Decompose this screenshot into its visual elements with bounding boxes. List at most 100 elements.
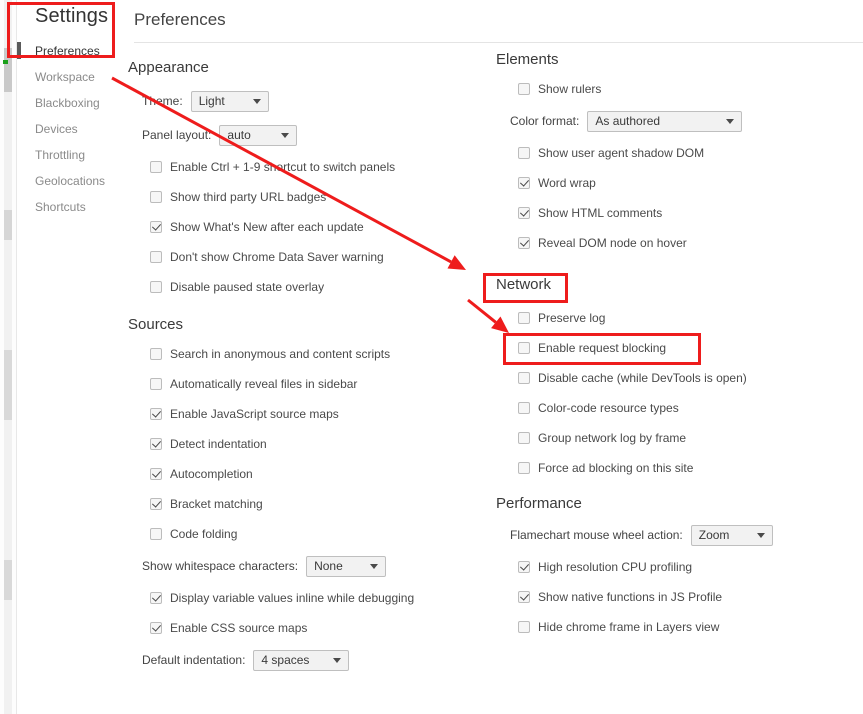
checkbox-row[interactable]: Preserve log bbox=[518, 303, 856, 333]
checkbox-row[interactable]: Autocompletion bbox=[150, 459, 488, 489]
checkbox-autocompletion[interactable] bbox=[150, 468, 162, 480]
sidebar-item-workspace[interactable]: Workspace bbox=[35, 70, 95, 84]
checkbox-label[interactable]: Force ad blocking on this site bbox=[538, 461, 693, 475]
checkbox-search-in-anonymous-and-content-scripts[interactable] bbox=[150, 348, 162, 360]
checkbox-label[interactable]: Enable request blocking bbox=[538, 341, 666, 355]
checkbox-label[interactable]: Show rulers bbox=[538, 82, 601, 96]
checkbox-label[interactable]: Preserve log bbox=[538, 311, 605, 325]
checkbox-label[interactable]: Group network log by frame bbox=[538, 431, 686, 445]
checkbox-label[interactable]: Automatically reveal files in sidebar bbox=[170, 377, 357, 391]
checkbox-enable-ctrl-1-9-shortcut-to-switch-panels[interactable] bbox=[150, 161, 162, 173]
checkbox-label[interactable]: Autocompletion bbox=[170, 467, 253, 481]
checkbox-label[interactable]: Reveal DOM node on hover bbox=[538, 236, 687, 250]
checkbox-detect-indentation[interactable] bbox=[150, 438, 162, 450]
scroll-thumb[interactable] bbox=[4, 350, 12, 420]
left-edge-scroll-strip[interactable] bbox=[0, 0, 17, 714]
checkbox-row[interactable]: Show What's New after each update bbox=[150, 212, 488, 242]
checkbox-label[interactable]: Enable Ctrl + 1-9 shortcut to switch pan… bbox=[170, 160, 395, 174]
checkbox-high-resolution-cpu-profiling[interactable] bbox=[518, 561, 530, 573]
checkbox-color-code-resource-types[interactable] bbox=[518, 402, 530, 414]
checkbox-row[interactable]: Show third party URL badges bbox=[150, 182, 488, 212]
checkbox-label[interactable]: Bracket matching bbox=[170, 497, 263, 511]
select-show-whitespace-characters[interactable]: None bbox=[306, 555, 387, 577]
checkbox-label[interactable]: Word wrap bbox=[538, 176, 596, 190]
checkbox-disable-paused-state-overlay[interactable] bbox=[150, 281, 162, 293]
checkbox-enable-css-source-maps[interactable] bbox=[150, 622, 162, 634]
checkbox-label[interactable]: Disable paused state overlay bbox=[170, 280, 324, 294]
select-flamechart-mouse-wheel-action[interactable]: Zoom bbox=[690, 524, 773, 546]
select-default-indentation[interactable]: 4 spaces bbox=[253, 649, 350, 671]
checkbox-label[interactable]: Search in anonymous and content scripts bbox=[170, 347, 390, 361]
checkbox-disable-cache-while-devtools-is-open[interactable] bbox=[518, 372, 530, 384]
checkbox-row[interactable]: Color-code resource types bbox=[518, 393, 856, 423]
checkbox-label[interactable]: Hide chrome frame in Layers view bbox=[538, 620, 719, 634]
checkbox-label[interactable]: Display variable values inline while deb… bbox=[170, 591, 414, 605]
checkbox-row[interactable]: Enable request blocking bbox=[518, 333, 856, 363]
checkbox-don-t-show-chrome-data-saver-warning[interactable] bbox=[150, 251, 162, 263]
checkbox-show-rulers[interactable] bbox=[518, 83, 530, 95]
checkbox-row[interactable]: Disable cache (while DevTools is open) bbox=[518, 363, 856, 393]
checkbox-show-what-s-new-after-each-update[interactable] bbox=[150, 221, 162, 233]
scroll-thumb[interactable] bbox=[4, 560, 12, 600]
checkbox-label[interactable]: Don't show Chrome Data Saver warning bbox=[170, 250, 384, 264]
checkbox-bracket-matching[interactable] bbox=[150, 498, 162, 510]
checkbox-word-wrap[interactable] bbox=[518, 177, 530, 189]
checkbox-enable-javascript-source-maps[interactable] bbox=[150, 408, 162, 420]
checkbox-show-native-functions-in-js-profile[interactable] bbox=[518, 591, 530, 603]
checkbox-label[interactable]: Disable cache (while DevTools is open) bbox=[538, 371, 747, 385]
sidebar-item-blackboxing[interactable]: Blackboxing bbox=[35, 96, 100, 110]
checkbox-row[interactable]: Search in anonymous and content scripts bbox=[150, 339, 488, 369]
checkbox-row[interactable]: Bracket matching bbox=[150, 489, 488, 519]
checkbox-show-user-agent-shadow-dom[interactable] bbox=[518, 147, 530, 159]
sidebar-item-throttling[interactable]: Throttling bbox=[35, 148, 85, 162]
checkbox-label[interactable]: Show What's New after each update bbox=[170, 220, 364, 234]
checkbox-label[interactable]: Code folding bbox=[170, 527, 237, 541]
checkbox-label[interactable]: Show third party URL badges bbox=[170, 190, 326, 204]
checkbox-row[interactable]: Hide chrome frame in Layers view bbox=[518, 612, 856, 642]
checkbox-row[interactable]: Enable Ctrl + 1-9 shortcut to switch pan… bbox=[150, 152, 488, 182]
checkbox-label[interactable]: Show user agent shadow DOM bbox=[538, 146, 704, 160]
checkbox-label[interactable]: Detect indentation bbox=[170, 437, 267, 451]
checkbox-row[interactable]: Enable CSS source maps bbox=[150, 613, 488, 643]
checkbox-show-html-comments[interactable] bbox=[518, 207, 530, 219]
checkbox-row[interactable]: Automatically reveal files in sidebar bbox=[150, 369, 488, 399]
checkbox-row[interactable]: Show native functions in JS Profile bbox=[518, 582, 856, 612]
checkbox-row[interactable]: Detect indentation bbox=[150, 429, 488, 459]
checkbox-label[interactable]: Color-code resource types bbox=[538, 401, 679, 415]
sidebar-item-geolocations[interactable]: Geolocations bbox=[35, 174, 105, 188]
checkbox-row[interactable]: High resolution CPU profiling bbox=[518, 552, 856, 582]
checkbox-row[interactable]: Force ad blocking on this site bbox=[518, 453, 856, 483]
checkbox-row[interactable]: Word wrap bbox=[518, 168, 856, 198]
scroll-thumb[interactable] bbox=[4, 48, 12, 92]
sidebar-item-shortcuts[interactable]: Shortcuts bbox=[35, 200, 86, 214]
checkbox-group-network-log-by-frame[interactable] bbox=[518, 432, 530, 444]
checkbox-row[interactable]: Enable JavaScript source maps bbox=[150, 399, 488, 429]
checkbox-show-third-party-url-badges[interactable] bbox=[150, 191, 162, 203]
checkbox-row[interactable]: Display variable values inline while deb… bbox=[150, 583, 488, 613]
select-color-format[interactable]: As authored bbox=[587, 110, 743, 132]
checkbox-code-folding[interactable] bbox=[150, 528, 162, 540]
checkbox-label[interactable]: Show HTML comments bbox=[538, 206, 662, 220]
checkbox-label[interactable]: Show native functions in JS Profile bbox=[538, 590, 722, 604]
checkbox-row[interactable]: Disable paused state overlay bbox=[150, 272, 488, 302]
checkbox-row[interactable]: Show user agent shadow DOM bbox=[518, 138, 856, 168]
checkbox-force-ad-blocking-on-this-site[interactable] bbox=[518, 462, 530, 474]
checkbox-label[interactable]: Enable CSS source maps bbox=[170, 621, 307, 635]
checkbox-enable-request-blocking[interactable] bbox=[518, 342, 530, 354]
checkbox-label[interactable]: Enable JavaScript source maps bbox=[170, 407, 339, 421]
sidebar-item-devices[interactable]: Devices bbox=[35, 122, 78, 136]
scroll-thumb[interactable] bbox=[4, 210, 12, 240]
checkbox-row[interactable]: Show rulers bbox=[518, 74, 856, 104]
checkbox-row[interactable]: Show HTML comments bbox=[518, 198, 856, 228]
checkbox-row[interactable]: Don't show Chrome Data Saver warning bbox=[150, 242, 488, 272]
checkbox-automatically-reveal-files-in-sidebar[interactable] bbox=[150, 378, 162, 390]
checkbox-label[interactable]: High resolution CPU profiling bbox=[538, 560, 692, 574]
checkbox-row[interactable]: Code folding bbox=[150, 519, 488, 549]
checkbox-reveal-dom-node-on-hover[interactable] bbox=[518, 237, 530, 249]
checkbox-preserve-log[interactable] bbox=[518, 312, 530, 324]
checkbox-row[interactable]: Group network log by frame bbox=[518, 423, 856, 453]
checkbox-hide-chrome-frame-in-layers-view[interactable] bbox=[518, 621, 530, 633]
select-theme[interactable]: Light bbox=[190, 90, 269, 112]
select-panel-layout[interactable]: auto bbox=[219, 124, 298, 146]
checkbox-display-variable-values-inline-while-debuggi[interactable] bbox=[150, 592, 162, 604]
